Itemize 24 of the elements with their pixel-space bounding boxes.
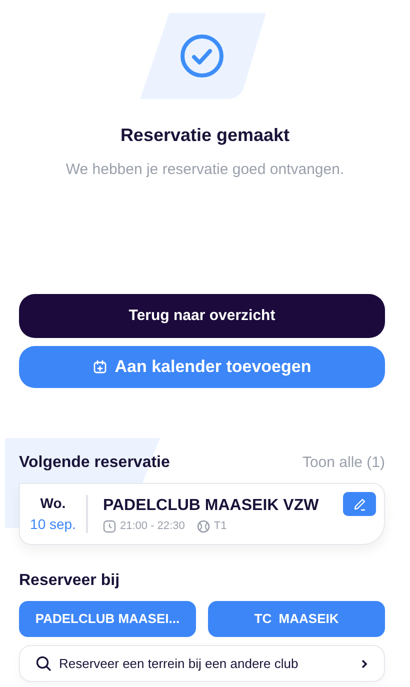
- section-title: Reserveer bij: [19, 571, 120, 592]
- edit-button[interactable]: [343, 492, 376, 516]
- check-circle-icon: [180, 34, 224, 78]
- club-button[interactable]: TC MAASEIK: [208, 601, 385, 638]
- date-label: 10 sep.: [30, 515, 76, 534]
- title: Reservatie gemaakt: [119, 125, 291, 147]
- clock-icon: [103, 520, 116, 533]
- club-name: PADELCLUB MAASEIK VZW: [103, 496, 319, 516]
- court-text: T1: [214, 518, 227, 534]
- club-button[interactable]: PADELCLUB MAASEI...: [19, 601, 196, 638]
- day-label: Wo.: [40, 494, 66, 514]
- show-all-link[interactable]: Toon alle (1): [302, 452, 385, 474]
- chevron-right-icon: [361, 658, 368, 669]
- pencil-icon: [352, 497, 366, 512]
- section-title: Volgende reservatie: [19, 453, 170, 474]
- time-text: 21:00 - 22:30: [120, 518, 185, 534]
- subtitle: We hebben je reservatie goed ontvangen.: [64, 160, 346, 180]
- search-icon: [36, 656, 51, 672]
- back-button[interactable]: Terug naar overzicht: [19, 294, 385, 338]
- add-to-calendar-button[interactable]: Aan kalender toevoegen: [19, 346, 385, 388]
- search-club-button[interactable]: Reserveer een terrein bij een andere club: [19, 645, 385, 682]
- calendar-icon: [92, 360, 107, 374]
- reservation-card[interactable]: Wo. 10 sep. PADELCLUB MAASEIK VZW 21:00 - 22:30 T1: [19, 483, 385, 546]
- ball-icon: [196, 520, 210, 533]
